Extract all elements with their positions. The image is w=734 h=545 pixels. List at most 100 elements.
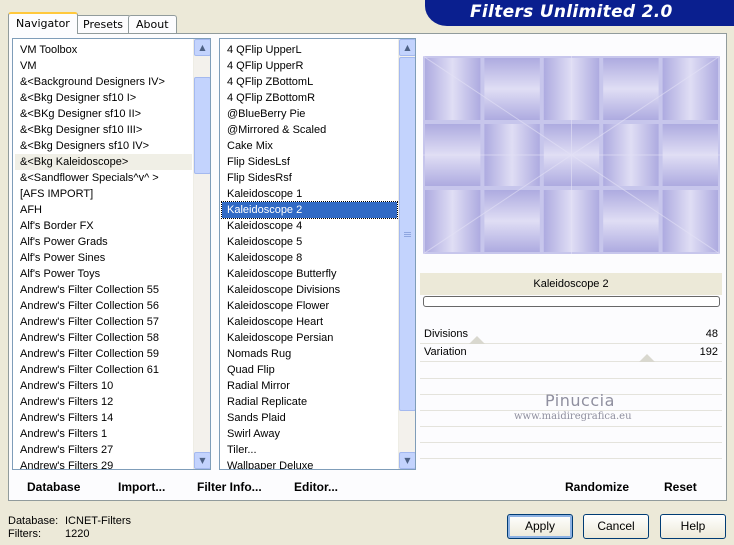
editor-label: Editor... [294,480,339,494]
category-item[interactable]: Alf's Power Toys [15,266,192,282]
filter-item[interactable]: Kaleidoscope Heart [222,314,397,330]
preview-tile [484,190,540,252]
filter-item[interactable]: Kaleidoscope Butterfly [222,266,397,282]
scroll-thumb[interactable] [399,57,415,411]
chevron-down-icon: ▼ [199,456,206,465]
filter-item[interactable]: Wallpaper Deluxe [222,458,397,469]
filter-item[interactable]: Nomads Rug [222,346,397,362]
scroll-thumb[interactable] [194,77,210,174]
category-item[interactable]: Andrew's Filters 10 [15,378,192,394]
category-item[interactable]: &<Bkg Designer sf10 I> [15,90,192,106]
filter-item[interactable]: Radial Mirror [222,378,397,394]
filter-item[interactable]: 4 QFlip ZBottomL [222,74,397,90]
preview-tile [484,58,540,120]
tab-about[interactable]: About [128,15,177,34]
category-item[interactable]: &<Bkg Kaleidoscope> [15,154,192,170]
category-item[interactable]: Andrew's Filters 29 [15,458,192,469]
filter-item[interactable]: 4 QFlip UpperR [222,58,397,74]
filter-item[interactable]: Tiler... [222,442,397,458]
randomize-button[interactable]: Randomize [565,480,629,494]
help-button[interactable]: Help [660,514,726,539]
filter-item[interactable]: Kaleidoscope 5 [222,234,397,250]
category-item[interactable]: &<Background Designers IV> [15,74,192,90]
scroll-up-button[interactable]: ▲ [194,39,210,56]
category-item[interactable]: &<Bkg Designers sf10 IV> [15,138,192,154]
filter-item[interactable]: Cake Mix [222,138,397,154]
filter-item[interactable]: Radial Replicate [222,394,397,410]
cancel-button[interactable]: Cancel [583,514,649,539]
filter-item[interactable]: Kaleidoscope 8 [222,250,397,266]
category-item[interactable]: [AFS IMPORT] [15,186,192,202]
filter-item[interactable]: Flip SidesLsf [222,154,397,170]
category-item[interactable]: Andrew's Filters 1 [15,426,192,442]
filter-info-label: Filter Info... [197,480,262,494]
category-item[interactable]: Andrew's Filters 27 [15,442,192,458]
slider-thumb[interactable] [469,336,485,344]
filters-count-label: Filters: [8,528,41,540]
scroll-down-button[interactable]: ▼ [399,452,415,469]
param-row-variation[interactable]: Variation 192 [420,344,722,362]
import-button[interactable]: Import... [118,480,165,494]
category-item[interactable]: Andrew's Filter Collection 58 [15,330,192,346]
filter-item[interactable]: Swirl Away [222,426,397,442]
category-item[interactable]: AFH [15,202,192,218]
filter-item[interactable]: @Mirrored & Scaled [222,122,397,138]
database-label: Database [27,480,81,494]
scroll-up-button[interactable]: ▲ [399,39,415,56]
filter-item[interactable]: Kaleidoscope Divisions [222,282,397,298]
filter-item[interactable]: @BlueBerry Pie [222,106,397,122]
category-scrollbar[interactable]: ▲ ▼ [193,39,210,469]
chevron-up-icon: ▲ [404,43,411,52]
category-item[interactable]: Andrew's Filter Collection 55 [15,282,192,298]
category-item[interactable]: &<Bkg Designer sf10 III> [15,122,192,138]
category-item[interactable]: Andrew's Filters 14 [15,410,192,426]
filter-item[interactable]: Kaleidoscope 4 [222,218,397,234]
database-status-label: Database: [8,515,59,527]
param-row-divisions[interactable]: Divisions 48 [420,326,722,344]
category-item[interactable]: Andrew's Filter Collection 59 [15,346,192,362]
param-label: Divisions [424,328,469,340]
filter-item[interactable]: Flip SidesRsf [222,170,397,186]
category-item[interactable]: &<BKg Designer sf10 II> [15,106,192,122]
category-item[interactable]: &<Sandflower Specials^v^ > [15,170,192,186]
category-list[interactable]: VM Toolbox VM &<Background Designers IV> &<… [12,38,211,470]
filter-info-button[interactable]: Filter Info... [197,480,262,494]
category-item[interactable]: Alf's Power Sines [15,250,192,266]
category-item[interactable]: Andrew's Filters 12 [15,394,192,410]
filter-item[interactable]: 4 QFlip ZBottomR [222,90,397,106]
tab-navigator[interactable]: Navigator [8,12,78,34]
slider-thumb[interactable] [639,354,655,362]
app-title: Filters Unlimited 2.0 [470,2,673,22]
scroll-down-button[interactable]: ▼ [194,452,210,469]
category-item[interactable]: Andrew's Filter Collection 56 [15,298,192,314]
tab-presets[interactable]: Presets [75,15,132,34]
category-item[interactable]: Andrew's Filter Collection 61 [15,362,192,378]
filter-item[interactable]: 4 QFlip UpperL [222,42,397,58]
category-item[interactable]: VM [15,58,192,74]
filter-item[interactable]: Kaleidoscope Flower [222,298,397,314]
filter-item[interactable]: Kaleidoscope 1 [222,186,397,202]
reset-label: Reset [664,480,697,494]
database-button[interactable]: Database [27,480,80,494]
editor-button[interactable]: Editor... [294,480,338,494]
grip-line [404,236,411,237]
filter-list[interactable]: 4 QFlip UpperL 4 QFlip UpperR 4 QFlip ZBot… [219,38,416,470]
filter-item[interactable]: Sands Plaid [222,410,397,426]
param-value: 192 [699,346,718,358]
category-item[interactable]: Andrew's Filter Collection 57 [15,314,192,330]
filter-item[interactable]: Kaleidoscope 2 [221,201,398,219]
filter-item[interactable]: Quad Flip [222,362,397,378]
reset-button[interactable]: Reset [664,480,697,494]
category-items: VM Toolbox VM &<Background Designers IV> &<… [15,42,192,469]
param-row-empty [420,427,722,443]
import-label: Import... [118,480,166,494]
category-item[interactable]: VM Toolbox [15,42,192,58]
filter-items: 4 QFlip UpperL 4 QFlip UpperR 4 QFlip ZBot… [221,42,398,469]
grip-line [404,234,411,235]
filter-item[interactable]: Kaleidoscope Persian [222,330,397,346]
category-item[interactable]: Alf's Border FX [15,218,192,234]
filter-scrollbar[interactable]: ▲ ▼ [398,39,415,469]
chevron-down-icon: ▼ [404,456,411,465]
category-item[interactable]: Alf's Power Grads [15,234,192,250]
apply-button[interactable]: Apply [507,514,573,539]
